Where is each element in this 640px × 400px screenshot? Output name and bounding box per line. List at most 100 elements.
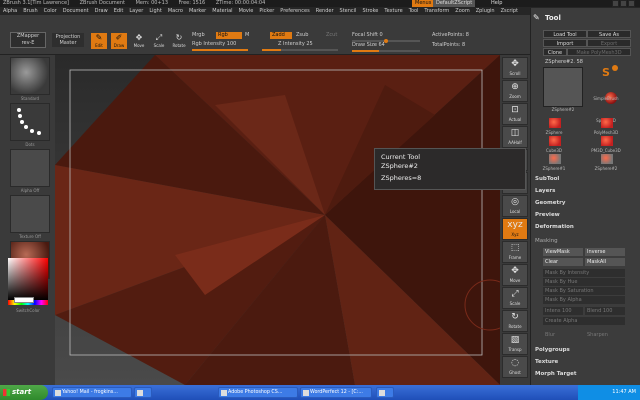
subpalette-morph-target[interactable]: Morph Target <box>535 371 577 377</box>
draw-button[interactable]: ✐ Draw <box>111 33 127 49</box>
edit-button[interactable]: ✎ Edit <box>91 33 107 49</box>
taskbar-item-0[interactable]: Yahoo! Mail - frogkins... <box>52 387 132 398</box>
z-intensity-slider[interactable] <box>262 49 338 51</box>
maskall-button[interactable]: MaskAll <box>585 258 625 266</box>
brush-thumbnail[interactable] <box>10 57 50 95</box>
scale-button[interactable]: ⤢ Scale <box>151 33 167 49</box>
menu-movie[interactable]: Movie <box>239 7 254 15</box>
help-button[interactable]: Help <box>488 0 505 7</box>
primary-color-swatch[interactable] <box>14 297 34 303</box>
inverse-button[interactable]: Inverse <box>585 248 625 256</box>
subpalette-subtool[interactable]: SubTool <box>535 176 559 182</box>
subpalette-layers[interactable]: Layers <box>535 188 555 194</box>
zsphere-1-thumbnail[interactable] <box>549 154 561 164</box>
zmapper-button[interactable]: ZMapper rev-E <box>10 32 46 48</box>
rgb-intensity-slider[interactable] <box>192 49 248 51</box>
menu-macro[interactable]: Macro <box>168 7 183 15</box>
menu-picker[interactable]: Picker <box>259 7 274 15</box>
subpalette-geometry[interactable]: Geometry <box>535 200 565 206</box>
subpalette-preview[interactable]: Preview <box>535 212 560 218</box>
sharpen-mask-button[interactable]: Sharpen <box>585 331 625 339</box>
mask-row-3[interactable]: Mask By Alpha <box>543 296 625 304</box>
menu-light[interactable]: Light <box>149 7 161 15</box>
scroll-button[interactable]: ✥ Scroll <box>502 57 528 79</box>
menu-stroke[interactable]: Stroke <box>362 7 378 15</box>
subpalette-texture[interactable]: Texture <box>535 359 558 365</box>
menu-material[interactable]: Material <box>212 7 232 15</box>
rgb-button[interactable]: Rgb <box>216 32 242 39</box>
taskbar-item-4[interactable] <box>376 387 394 398</box>
subpalette-deformation[interactable]: Deformation <box>535 224 574 230</box>
actual-button[interactable]: ⊡ Actual <box>502 103 528 125</box>
zsphere-thumbnail[interactable] <box>549 118 561 128</box>
move-button[interactable]: ✥ Move <box>502 264 528 286</box>
subpalette-polygroups[interactable]: Polygroups <box>535 347 570 353</box>
save-as-button[interactable]: Save As <box>587 30 631 38</box>
start-button[interactable]: start <box>0 385 48 400</box>
menu-color[interactable]: Color <box>44 7 57 15</box>
cube3d-thumbnail[interactable] <box>549 136 561 146</box>
mrgb-button[interactable]: Mrgb <box>192 32 205 39</box>
document-canvas[interactable] <box>55 55 500 385</box>
viewmask-button[interactable]: ViewMask <box>543 248 583 256</box>
export-button[interactable]: Export <box>587 39 631 47</box>
switch-color-label[interactable]: SwitchColor <box>8 308 48 313</box>
menu-brush[interactable]: Brush <box>23 7 37 15</box>
clone-button[interactable]: Clone <box>543 48 567 56</box>
m-button[interactable]: M <box>245 32 249 39</box>
menus-button[interactable]: Menus <box>412 0 435 7</box>
zoom-button[interactable]: ⊕ Zoom <box>502 80 528 102</box>
move-button[interactable]: ✥ Move <box>131 33 147 49</box>
menu-marker[interactable]: Marker <box>189 7 206 15</box>
menu-texture[interactable]: Texture <box>384 7 402 15</box>
mask-row-0[interactable]: Mask By Intensity <box>543 269 625 277</box>
draw-size-slider[interactable] <box>352 50 420 52</box>
menu-draw[interactable]: Draw <box>95 7 108 15</box>
menu-edit[interactable]: Edit <box>114 7 124 15</box>
projection-master-button[interactable]: Projection Master <box>52 33 84 47</box>
scale-button[interactable]: ⤢ Scale <box>502 287 528 309</box>
menu-layer[interactable]: Layer <box>129 7 143 15</box>
zsphere-2-thumbnail[interactable] <box>601 154 613 164</box>
xyz-button[interactable]: xyz Xyz <box>502 218 528 240</box>
menu-zscript[interactable]: Zscript <box>501 7 518 15</box>
zcut-button[interactable]: Zcut <box>326 32 337 39</box>
menu-transform[interactable]: Transform <box>424 7 449 15</box>
default-zscript-button[interactable]: DefaultZScript <box>433 0 476 7</box>
taskbar-item-1[interactable] <box>134 387 152 398</box>
color-picker[interactable] <box>8 258 48 300</box>
load-tool-button[interactable]: Load Tool <box>543 30 587 38</box>
ghost-button[interactable]: ◌ Ghost <box>502 356 528 378</box>
blur-mask-button[interactable]: Blur <box>543 331 583 339</box>
rotate-button[interactable]: ↻ Rotate <box>171 33 187 49</box>
import-button[interactable]: Import <box>543 39 587 47</box>
intens-slider[interactable]: Intens 100 <box>543 307 583 315</box>
menu-zplugin[interactable]: Zplugin <box>476 7 495 15</box>
mask-row-1[interactable]: Mask By Hue <box>543 278 625 286</box>
transp-button[interactable]: ▧ Transp <box>502 333 528 355</box>
zadd-button[interactable]: Zadd <box>270 32 292 39</box>
polymesh3d-thumbnail[interactable] <box>601 118 613 128</box>
menu-alpha[interactable]: Alpha <box>3 7 17 15</box>
menu-zoom[interactable]: Zoom <box>455 7 469 15</box>
frame-button[interactable]: ⬚ Frame <box>502 241 528 263</box>
menu-stencil[interactable]: Stencil <box>340 7 357 15</box>
clear-mask-button[interactable]: Clear <box>543 258 583 266</box>
texture-thumbnail[interactable] <box>10 195 50 233</box>
maximize-button[interactable] <box>620 0 627 7</box>
masking-header[interactable]: Masking <box>535 238 558 244</box>
taskbar-item-3[interactable]: WordPerfect 12 - [C:... <box>300 387 372 398</box>
mask-row-2[interactable]: Mask By Saturation <box>543 287 625 295</box>
taskbar-item-2[interactable]: Adobe Photoshop CS... <box>218 387 298 398</box>
aahalf-button[interactable]: ◫ AAHalf <box>502 126 528 148</box>
close-button[interactable] <box>628 0 635 7</box>
menu-tool[interactable]: Tool <box>409 7 419 15</box>
create-alpha-button[interactable]: Create Alpha <box>543 317 625 325</box>
menu-render[interactable]: Render <box>316 7 334 15</box>
alpha-thumbnail[interactable] <box>10 149 50 187</box>
zsub-button[interactable]: Zsub <box>296 32 308 39</box>
local-button[interactable]: ◎ Local <box>502 195 528 217</box>
menu-preferences[interactable]: Preferences <box>280 7 309 15</box>
blend-slider[interactable]: Blend 100 <box>585 307 625 315</box>
tool-palette-title[interactable]: ✎ Tool <box>531 8 640 28</box>
